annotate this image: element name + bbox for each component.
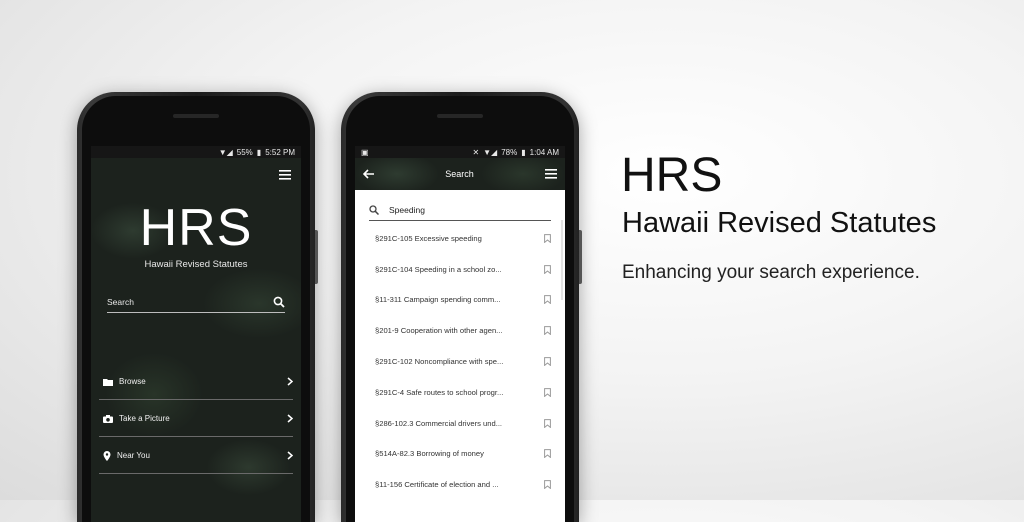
list-item[interactable]: §291C-102 Noncompliance with spe...: [355, 346, 565, 377]
nav-item-near-you[interactable]: Near You: [99, 438, 293, 474]
hero-tagline: Enhancing your search experience.: [622, 262, 920, 283]
bookmark-icon[interactable]: [544, 449, 551, 459]
search-icon: [369, 205, 379, 215]
home-screen: ▼◢ 55% ▮ 5:52 PM HRS Hawaii Revised Stat…: [91, 146, 301, 522]
battery-level: 78%: [501, 147, 518, 157]
bookmark-icon[interactable]: [544, 233, 551, 243]
back-arrow-icon[interactable]: [363, 169, 374, 179]
list-item[interactable]: §291C-105 Excessive speeding: [355, 223, 565, 254]
phone-frame-search: ▣ ✕ ▼◢ 78% ▮ 1:04 AM Search Speeding §29…: [341, 92, 582, 522]
list-item[interactable]: §201-9 Cooperation with other agen...: [355, 315, 565, 346]
chevron-right-icon: [287, 377, 293, 386]
list-item[interactable]: §291C-4 Safe routes to school progr...: [355, 377, 565, 408]
search-placeholder: Search: [107, 297, 134, 307]
battery-icon: ▮: [521, 147, 526, 157]
nav-item-browse[interactable]: Browse: [99, 364, 293, 400]
wifi-signal-icon: ▼◢: [483, 147, 498, 157]
chevron-right-icon: [287, 414, 293, 423]
toolbar-title: Search: [445, 169, 474, 179]
result-title: §11-311 Campaign spending comm...: [375, 295, 501, 305]
bookmark-icon[interactable]: [544, 264, 551, 274]
result-title: §291C-104 Speeding in a school zo...: [375, 264, 502, 274]
mute-icon: ✕: [472, 147, 480, 157]
search-icon[interactable]: [273, 296, 285, 308]
status-time: 1:04 AM: [529, 147, 559, 157]
status-bar: ▼◢ 55% ▮ 5:52 PM: [91, 146, 301, 158]
nav-item-label: Near You: [117, 451, 150, 460]
app-toolbar: Search: [355, 158, 565, 190]
search-input[interactable]: Search: [107, 292, 285, 313]
wifi-signal-icon: ▼◢: [218, 147, 233, 157]
earpiece-speaker: [173, 114, 219, 118]
result-title: §286-102.3 Commercial drivers und...: [375, 418, 503, 428]
search-results-panel: Speeding §291C-105 Excessive speeding §29…: [355, 190, 565, 522]
nav-item-label: Browse: [119, 377, 146, 386]
hamburger-menu-icon[interactable]: [545, 169, 557, 179]
bookmark-icon[interactable]: [544, 387, 551, 397]
phone-frame-home: ▼◢ 55% ▮ 5:52 PM HRS Hawaii Revised Stat…: [77, 92, 318, 522]
image-notification-icon: ▣: [361, 147, 369, 157]
search-screen: ▣ ✕ ▼◢ 78% ▮ 1:04 AM Search Speeding §29…: [355, 146, 565, 522]
status-bar: ▣ ✕ ▼◢ 78% ▮ 1:04 AM: [355, 146, 565, 158]
location-pin-icon: [103, 450, 111, 461]
bookmark-icon[interactable]: [544, 295, 551, 305]
phone-side-button: [315, 230, 318, 284]
results-list: §291C-105 Excessive speeding §291C-104 Sp…: [355, 223, 565, 500]
result-title: §291C-102 Noncompliance with spe...: [375, 357, 504, 367]
folder-icon: [103, 378, 113, 386]
hamburger-menu-icon[interactable]: [279, 170, 291, 180]
status-time: 5:52 PM: [265, 147, 295, 157]
result-title: §291C-105 Excessive speeding: [375, 233, 482, 243]
scrollbar[interactable]: [561, 220, 563, 300]
result-title: §514A-82.3 Borrowing of money: [375, 449, 484, 459]
bookmark-icon[interactable]: [544, 357, 551, 367]
search-input[interactable]: Speeding: [369, 200, 551, 221]
battery-level: 55%: [236, 147, 253, 157]
app-subtitle: Hawaii Revised Statutes: [144, 259, 248, 270]
result-title: §291C-4 Safe routes to school progr...: [375, 387, 504, 397]
list-item[interactable]: §286-102.3 Commercial drivers und...: [355, 408, 565, 439]
result-title: §201-9 Cooperation with other agen...: [375, 326, 503, 336]
nav-item-take-a-picture[interactable]: Take a Picture: [99, 401, 293, 437]
bookmark-icon[interactable]: [544, 418, 551, 428]
bookmark-icon[interactable]: [544, 480, 551, 490]
list-item[interactable]: §291C-104 Speeding in a school zo...: [355, 254, 565, 285]
search-query: Speeding: [389, 205, 425, 215]
camera-icon: [103, 414, 113, 423]
result-title: §11-156 Certificate of election and ...: [375, 480, 499, 490]
bookmark-icon[interactable]: [544, 326, 551, 336]
battery-icon: ▮: [256, 147, 262, 157]
nav-item-label: Take a Picture: [119, 414, 170, 423]
list-item[interactable]: §514A-82.3 Borrowing of money: [355, 439, 565, 470]
app-logo: HRS: [139, 199, 253, 257]
hero-title: HRS: [621, 149, 723, 202]
list-item[interactable]: §11-311 Campaign spending comm...: [355, 285, 565, 316]
earpiece-speaker: [437, 114, 483, 118]
phone-side-button: [579, 230, 582, 284]
hero-subtitle: Hawaii Revised Statutes: [622, 207, 937, 239]
chevron-right-icon: [287, 451, 293, 460]
list-item[interactable]: §11-156 Certificate of election and ...: [355, 469, 565, 500]
